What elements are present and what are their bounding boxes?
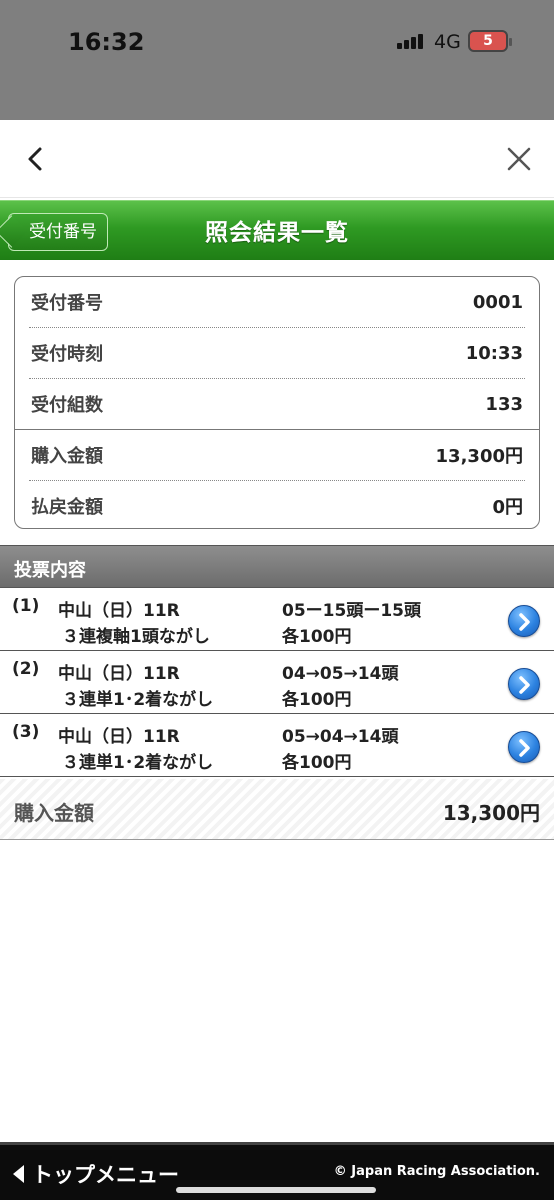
bet-row[interactable]: (3) 中山（日）11R ３連単1･2着ながし 05→04→14頭 各100円 xyxy=(0,714,554,777)
bet-amount: 各100円 xyxy=(282,690,352,710)
receipt-row: 受付組数 133 xyxy=(15,379,539,429)
bet-race: 中山（日）11R xyxy=(58,601,180,621)
page-header: 受付番号 照会結果一覧 xyxy=(0,200,554,260)
receipt-row: 受付番号 0001 xyxy=(15,277,539,327)
bet-amount: 各100円 xyxy=(282,753,352,773)
close-icon[interactable] xyxy=(506,146,532,172)
chevron-right-icon[interactable] xyxy=(508,605,540,637)
bet-list: (1) 中山（日）11R ３連複軸1頭ながし 05ー15頭ー15頭 各100円 … xyxy=(0,588,554,777)
receipt-info-box: 受付番号 0001 受付時刻 10:33 受付組数 133 購入金額 13,30… xyxy=(14,276,540,529)
home-indicator xyxy=(176,1187,376,1193)
top-menu-link[interactable]: トップメニュー xyxy=(12,1159,179,1189)
chevron-right-icon[interactable] xyxy=(508,731,540,763)
receipt-row: 購入金額 13,300円 xyxy=(15,430,539,480)
receipt-label: 受付時刻 xyxy=(31,344,103,365)
total-bar: 購入金額 13,300円 xyxy=(0,779,554,840)
top-menu-label: トップメニュー xyxy=(32,1163,179,1187)
bet-type: ３連複軸1頭ながし xyxy=(62,627,210,647)
bet-row[interactable]: (2) 中山（日）11R ３連単1･2着ながし 04→05→14頭 各100円 xyxy=(0,651,554,714)
receipt-label: 払戻金額 xyxy=(31,497,103,518)
bet-amount: 各100円 xyxy=(282,627,352,647)
receipt-value: 133 xyxy=(485,393,523,415)
bet-number: (2) xyxy=(12,659,40,679)
bet-number: (1) xyxy=(12,596,40,616)
caret-left-icon xyxy=(13,1165,24,1183)
receipt-row: 受付時刻 10:33 xyxy=(15,328,539,378)
total-value: 13,300円 xyxy=(442,801,540,825)
section-title: 投票内容 xyxy=(14,560,86,581)
web-sheet: 受付番号 照会結果一覧 受付番号 0001 受付時刻 10:33 受付組数 13… xyxy=(0,120,554,1200)
receipt-label: 受付組数 xyxy=(31,395,103,416)
battery-icon: 5 xyxy=(468,30,512,52)
receipt-value: 13,300円 xyxy=(435,446,523,467)
status-bar: 16:32 4G 5 xyxy=(0,0,554,120)
receipt-value: 10:33 xyxy=(465,342,523,364)
network-type: 4G xyxy=(434,31,461,53)
bet-row[interactable]: (1) 中山（日）11R ３連複軸1頭ながし 05ー15頭ー15頭 各100円 xyxy=(0,588,554,651)
bet-combination: 04→05→14頭 xyxy=(282,664,399,684)
receipt-label: 購入金額 xyxy=(31,446,103,467)
bet-race: 中山（日）11R xyxy=(58,664,180,684)
receipt-label: 受付番号 xyxy=(31,293,103,314)
bet-type: ３連単1･2着ながし xyxy=(62,753,214,773)
receipt-row: 払戻金額 0円 xyxy=(15,481,539,528)
copyright-text: © Japan Racing Association. xyxy=(333,1164,540,1179)
status-time: 16:32 xyxy=(68,28,145,56)
receipt-value: 0円 xyxy=(492,497,523,518)
total-label: 購入金額 xyxy=(14,801,94,825)
bet-number: (3) xyxy=(12,722,40,742)
bet-type: ３連単1･2着ながし xyxy=(62,690,214,710)
bet-race: 中山（日）11R xyxy=(58,727,180,747)
back-chevron-icon[interactable] xyxy=(22,142,50,176)
signal-icon xyxy=(397,34,423,49)
bet-combination: 05→04→14頭 xyxy=(282,727,399,747)
section-header: 投票内容 xyxy=(0,545,554,588)
sheet-navbar xyxy=(0,120,554,198)
receipt-value: 0001 xyxy=(472,291,523,313)
page-title: 照会結果一覧 xyxy=(205,220,349,246)
chevron-right-icon[interactable] xyxy=(508,668,540,700)
bet-combination: 05ー15頭ー15頭 xyxy=(282,601,421,621)
